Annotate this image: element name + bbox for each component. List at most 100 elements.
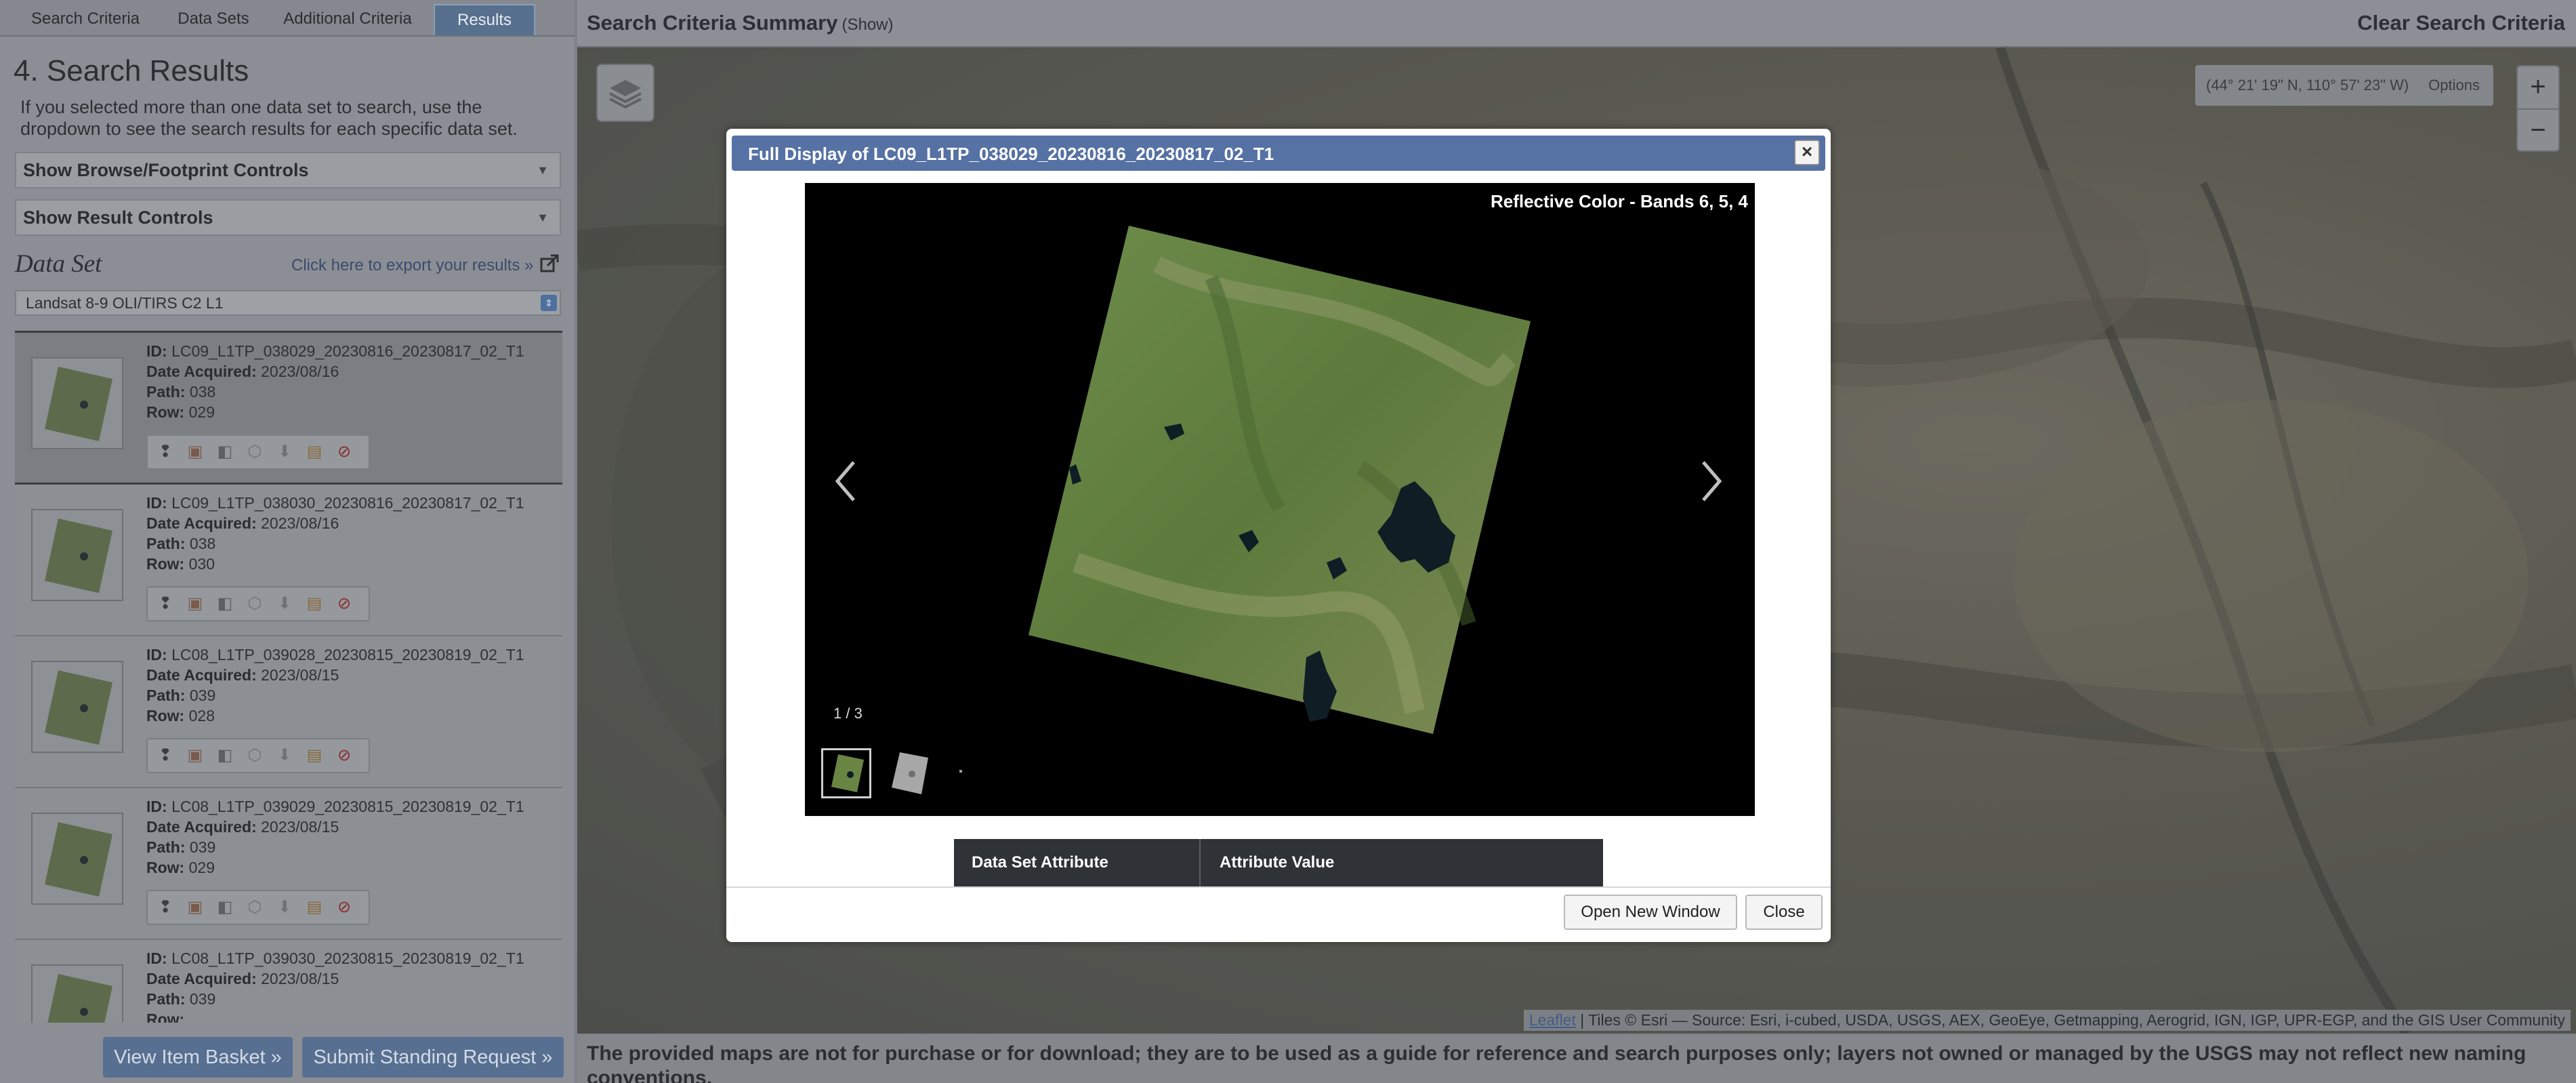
tab-data-sets[interactable]: Data Sets	[165, 4, 262, 34]
tab-additional-criteria[interactable]: Additional Criteria	[271, 4, 424, 34]
footprint-icon[interactable]: ❢	[156, 443, 175, 462]
zoom-out-button[interactable]: −	[2518, 108, 2558, 150]
map-disclaimer: The provided maps are not for purchase o…	[577, 1035, 2576, 1083]
compare-icon[interactable]: ⬡	[245, 443, 264, 462]
compare-icon[interactable]: ⬡	[245, 898, 264, 917]
compare-icon[interactable]: ⬡	[245, 594, 264, 613]
footprint-icon[interactable]: ❢	[156, 746, 175, 765]
download-icon[interactable]: ⬇	[275, 746, 294, 765]
leaflet-link[interactable]: Leaflet	[1529, 1011, 1576, 1029]
order-icon[interactable]: ▤	[305, 898, 324, 917]
exclude-icon[interactable]: ⊘	[335, 898, 354, 917]
metadata-icon[interactable]: ◧	[215, 898, 234, 917]
tab-search-criteria[interactable]: Search Criteria	[7, 4, 164, 34]
result-item[interactable]: ID: LC08_L1TP_039030_20230815_20230819_0…	[15, 940, 562, 1023]
dialog-titlebar: Full Display of LC09_L1TP_038029_2023081…	[732, 136, 1825, 171]
footprint-icon[interactable]: ❢	[156, 898, 175, 917]
viewer-thumbnail-reflective[interactable]	[821, 748, 871, 798]
browse-overlay-icon[interactable]: ▣	[186, 746, 205, 765]
browse-overlay-icon[interactable]: ▣	[186, 594, 205, 613]
result-date: Date Acquired: 2023/08/15	[146, 666, 339, 684]
result-action-icons: ❢ ▣ ◧ ⬡ ⬇ ▤ ⊘	[146, 586, 370, 621]
tab-results[interactable]: Results	[434, 4, 535, 35]
scene-image	[1029, 226, 1531, 734]
zoom-in-button[interactable]: +	[2518, 66, 2558, 107]
search-summary-header: Search Criteria Summary (Show) Clear Sear…	[577, 0, 2576, 47]
summary-title: Search Criteria Summary	[587, 11, 838, 35]
result-thumbnail[interactable]	[31, 661, 123, 753]
result-item[interactable]: ID: LC08_L1TP_039028_20230815_20230819_0…	[15, 636, 562, 788]
browse-overlay-icon[interactable]: ▣	[186, 898, 205, 917]
result-thumbnail[interactable]	[31, 964, 123, 1023]
metadata-icon[interactable]: ◧	[215, 594, 234, 613]
result-list: ID: LC09_L1TP_038029_20230816_20230817_0…	[15, 331, 562, 1023]
browse-footprint-controls-toggle[interactable]: Show Browse/Footprint Controls ▼	[15, 152, 561, 188]
order-icon[interactable]: ▤	[305, 443, 324, 462]
download-icon[interactable]: ⬇	[275, 898, 294, 917]
tab-bar: Search Criteria Data Sets Additional Cri…	[0, 0, 575, 37]
full-display-dialog: Full Display of LC09_L1TP_038029_2023081…	[726, 129, 1831, 942]
exclude-icon[interactable]: ⊘	[335, 594, 354, 613]
options-link[interactable]: Options	[2428, 65, 2480, 106]
band-combination-label: Reflective Color - Bands 6, 5, 4	[1490, 191, 1748, 211]
col-attribute-value: Attribute Value	[1220, 853, 1335, 872]
result-path: Path: 039	[146, 687, 216, 704]
order-icon[interactable]: ▤	[305, 594, 324, 613]
previous-image-button[interactable]	[825, 454, 866, 508]
result-id: ID: LC08_L1TP_039030_20230815_20230819_0…	[146, 949, 524, 967]
external-link-icon[interactable]	[539, 253, 560, 274]
metadata-icon[interactable]: ◧	[215, 443, 234, 462]
order-icon[interactable]: ▤	[305, 746, 324, 765]
close-button[interactable]: Close	[1745, 895, 1823, 930]
result-thumbnail[interactable]	[31, 357, 123, 449]
result-thumbnail[interactable]	[31, 509, 123, 601]
metadata-icon[interactable]: ◧	[215, 746, 234, 765]
chevron-right-icon	[1702, 461, 1722, 502]
select-arrow-icon: ⇕	[541, 295, 557, 311]
result-item[interactable]: ID: LC08_L1TP_039029_20230815_20230819_0…	[15, 788, 562, 940]
exclude-icon[interactable]: ⊘	[335, 746, 354, 765]
clear-search-criteria-link[interactable]: Clear Search Criteria	[2357, 11, 2565, 35]
zoom-control: + −	[2516, 65, 2560, 152]
browse-overlay-icon[interactable]: ▣	[186, 443, 205, 462]
viewer-thumbnail-natural[interactable]	[884, 748, 934, 798]
coordinate-readout: (44° 21' 19" N, 110° 57' 23" W) Options	[2195, 65, 2493, 106]
dataset-select[interactable]: Landsat 8-9 OLI/TIRS C2 L1 ⇕	[15, 290, 561, 316]
left-panel: Search Criteria Data Sets Additional Cri…	[0, 0, 575, 1083]
close-icon[interactable]: ×	[1794, 140, 1820, 165]
result-row: Row: 028	[146, 707, 215, 724]
result-path: Path: 038	[146, 535, 216, 552]
download-icon[interactable]: ⬇	[275, 594, 294, 613]
result-thumbnail[interactable]	[31, 813, 123, 905]
dataset-selected-value: Landsat 8-9 OLI/TIRS C2 L1	[26, 294, 224, 312]
result-path: Path: 039	[146, 838, 216, 856]
show-summary-link[interactable]: (Show)	[842, 16, 893, 34]
chevron-down-icon: ▼	[537, 163, 549, 177]
export-results-link[interactable]: Click here to export your results »	[291, 256, 533, 275]
result-id: ID: LC09_L1TP_038029_20230816_20230817_0…	[146, 342, 524, 360]
dialog-divider	[726, 886, 1831, 888]
result-item[interactable]: ID: LC09_L1TP_038029_20230816_20230817_0…	[15, 333, 562, 485]
result-controls-toggle[interactable]: Show Result Controls ▼	[15, 199, 561, 236]
result-row: Row: 030	[146, 555, 215, 573]
compare-icon[interactable]: ⬡	[245, 746, 264, 765]
view-item-basket-button[interactable]: View Item Basket »	[103, 1037, 293, 1078]
coordinate-text: (44° 21' 19" N, 110° 57' 23" W)	[2206, 77, 2409, 94]
search-criteria-summary: Search Criteria Summary (Show)	[587, 11, 894, 35]
dialog-title: Full Display of LC09_L1TP_038029_2023081…	[748, 144, 1274, 164]
results-help-text: If you selected more than one data set t…	[20, 97, 518, 139]
exclude-icon[interactable]: ⊘	[335, 443, 354, 462]
layers-button[interactable]	[596, 64, 655, 122]
result-date: Date Acquired: 2023/08/15	[146, 970, 339, 987]
footprint-icon[interactable]: ❢	[156, 594, 175, 613]
result-id: ID: LC08_L1TP_039029_20230815_20230819_0…	[146, 798, 524, 815]
next-image-button[interactable]	[1691, 454, 1732, 508]
results-title: 4. Search Results	[14, 54, 249, 87]
submit-standing-request-button[interactable]: Submit Standing Request »	[302, 1037, 564, 1078]
result-row: Row:	[146, 1010, 185, 1023]
result-date: Date Acquired: 2023/08/15	[146, 818, 339, 836]
result-row: Row: 029	[146, 859, 215, 876]
result-item[interactable]: ID: LC09_L1TP_038030_20230816_20230817_0…	[15, 485, 562, 636]
download-icon[interactable]: ⬇	[275, 443, 294, 462]
open-new-window-button[interactable]: Open New Window	[1564, 895, 1737, 930]
